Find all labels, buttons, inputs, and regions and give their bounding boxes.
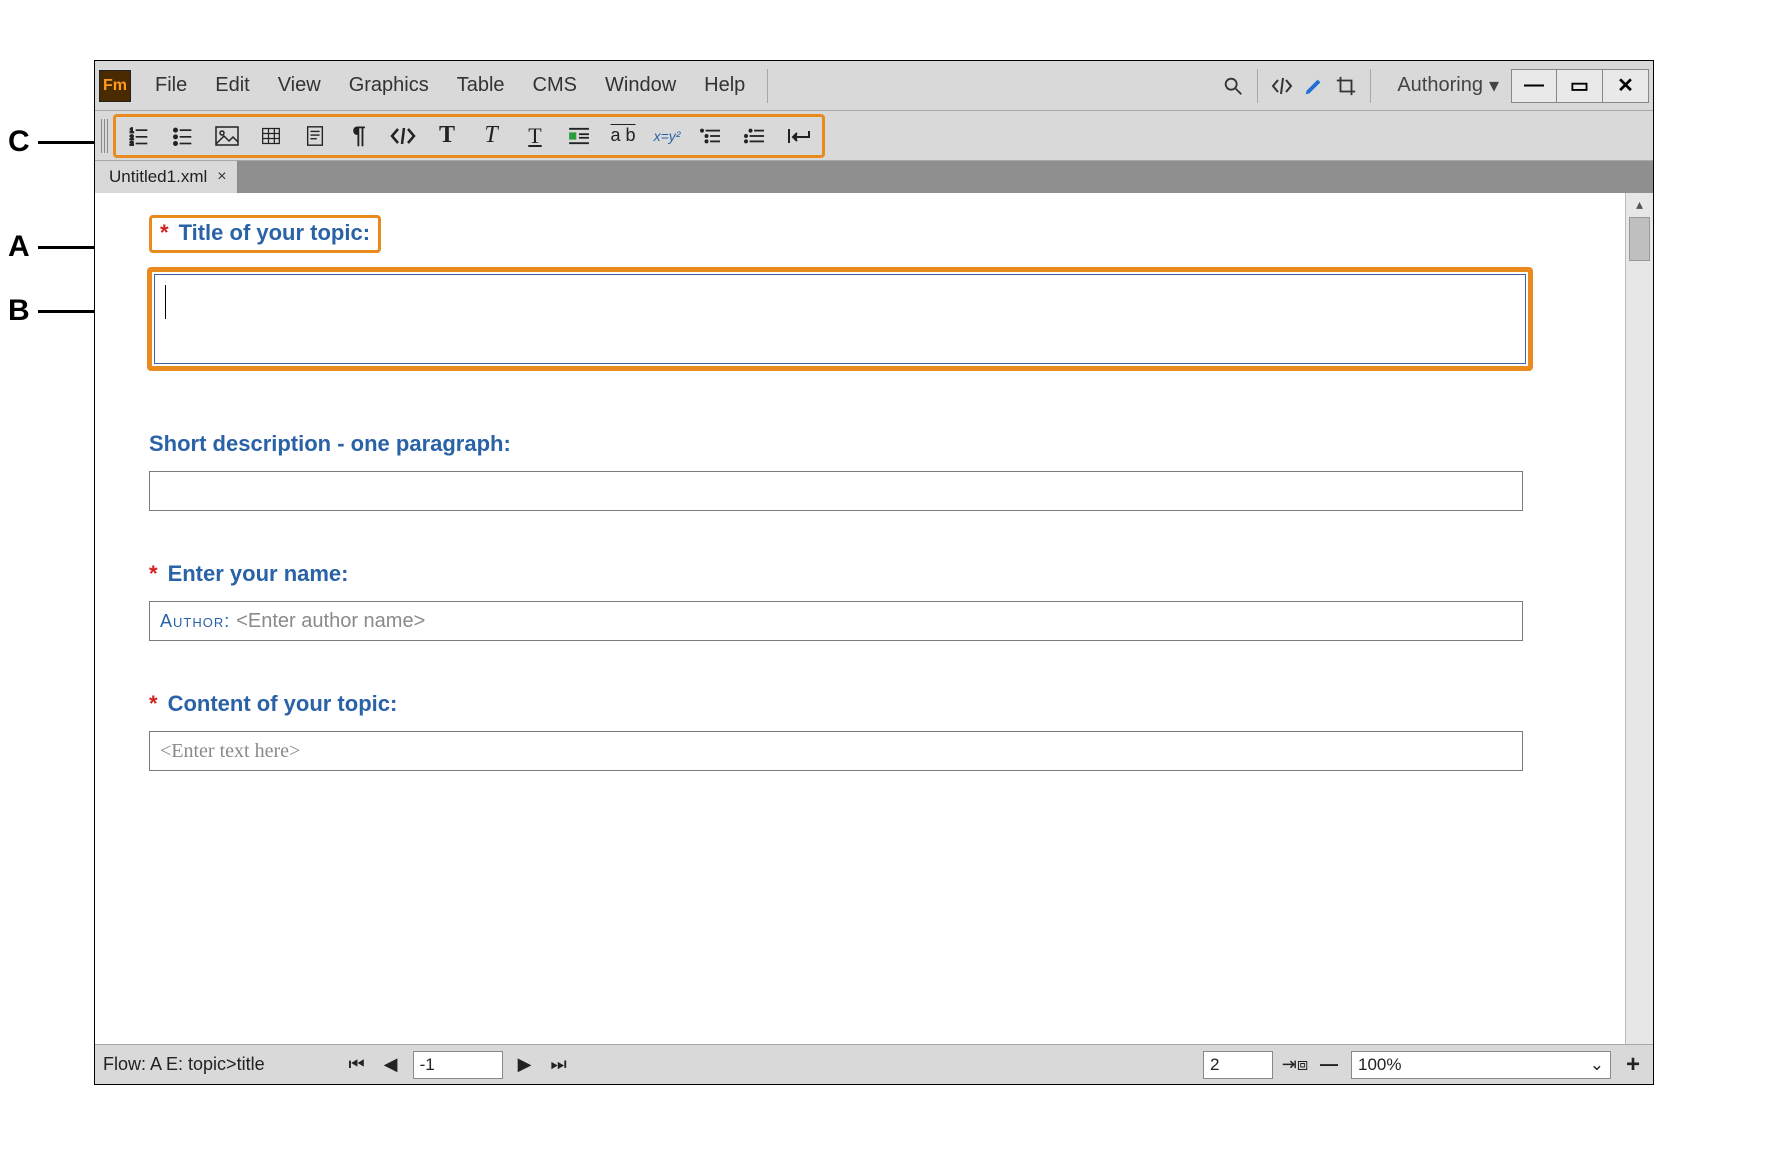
wrap-text-icon[interactable]: [566, 123, 592, 149]
title-label: Title of your topic:: [179, 220, 370, 245]
bulleted-list-icon[interactable]: [170, 123, 196, 149]
menu-divider-3: [1370, 69, 1371, 103]
document-tab-label: Untitled1.xml: [109, 167, 207, 187]
insert-return-icon[interactable]: [786, 123, 812, 149]
app-window: Fm File Edit View Graphics Table CMS Win…: [94, 60, 1654, 1085]
image-icon[interactable]: [214, 123, 240, 149]
toolbar-highlight: 123 ¶ T T T a b x=y²: [113, 114, 825, 158]
menu-file[interactable]: File: [143, 70, 199, 101]
toolbar-grip[interactable]: [101, 119, 109, 153]
prev-page-icon[interactable]: ◀: [379, 1053, 403, 1077]
shortdesc-label: Short description - one paragraph:: [149, 431, 511, 456]
menu-divider: [767, 69, 768, 103]
svg-text:3: 3: [130, 141, 134, 146]
zoom-select[interactable]: 100% ⌄: [1351, 1051, 1611, 1079]
zoom-in-icon[interactable]: +: [1621, 1053, 1645, 1077]
content-label: Content of your topic:: [168, 691, 398, 716]
required-marker: *: [149, 691, 158, 716]
equation-icon[interactable]: x=y²: [654, 123, 680, 149]
bold-icon[interactable]: T: [434, 123, 460, 149]
status-flow: Flow: A E: topic>title: [103, 1054, 295, 1075]
title-input[interactable]: [154, 274, 1526, 364]
close-button[interactable]: ✕: [1603, 69, 1649, 103]
app-logo: Fm: [99, 70, 131, 102]
callout-b-label: B: [8, 294, 30, 328]
workspace-switcher[interactable]: Authoring ▾: [1381, 73, 1505, 98]
page-left-input[interactable]: -1: [413, 1051, 503, 1079]
menu-divider-2: [1257, 69, 1258, 103]
underline-icon[interactable]: T: [522, 123, 548, 149]
content-placeholder: <Enter text here>: [160, 740, 300, 763]
maximize-button[interactable]: ▭: [1557, 69, 1603, 103]
required-marker: *: [160, 220, 169, 245]
code-icon[interactable]: [390, 123, 416, 149]
menu-help[interactable]: Help: [692, 70, 757, 101]
code-tag-icon[interactable]: [1268, 72, 1296, 100]
name-placeholder: <Enter author name>: [236, 610, 425, 633]
menu-window[interactable]: Window: [593, 70, 688, 101]
callout-c: C: [8, 125, 104, 159]
zoom-out-icon[interactable]: —: [1317, 1053, 1341, 1077]
indent-decrease-icon[interactable]: [742, 123, 768, 149]
numbered-list-icon[interactable]: 123: [126, 123, 152, 149]
callout-a-label: A: [8, 230, 30, 264]
minimize-button[interactable]: —: [1511, 69, 1557, 103]
name-input[interactable]: Author: <Enter author name>: [149, 601, 1523, 641]
status-bar: Flow: A E: topic>title ⏮ ◀ -1 ▶ ⏭ 2 ⇥⧈ —…: [95, 1044, 1653, 1084]
title-label-highlight: * Title of your topic:: [149, 215, 381, 253]
strikethrough-icon[interactable]: a b: [610, 123, 636, 149]
crop-icon[interactable]: [1332, 72, 1360, 100]
table-icon[interactable]: [258, 123, 284, 149]
italic-icon[interactable]: T: [478, 123, 504, 149]
first-page-icon[interactable]: ⏮: [345, 1053, 369, 1077]
fit-page-icon[interactable]: ⇥⧈: [1283, 1053, 1307, 1077]
menu-table[interactable]: Table: [445, 70, 517, 101]
title-field-highlight: [147, 267, 1533, 371]
callout-c-label: C: [8, 125, 30, 159]
tab-strip: Untitled1.xml ×: [95, 161, 1653, 193]
scroll-up-icon[interactable]: ▴: [1626, 193, 1653, 215]
workspace-label: Authoring: [1397, 74, 1483, 97]
document-viewport: * Title of your topic: Short description …: [95, 193, 1625, 1044]
document-tab[interactable]: Untitled1.xml ×: [95, 161, 238, 193]
chevron-down-icon: ⌄: [1590, 1055, 1604, 1075]
zoom-value: 100%: [1358, 1055, 1401, 1075]
shortdesc-label-row: Short description - one paragraph:: [149, 431, 1599, 457]
menu-bar: Fm File Edit View Graphics Table CMS Win…: [95, 61, 1653, 111]
content-input[interactable]: <Enter text here>: [149, 731, 1523, 771]
chevron-down-icon: ▾: [1489, 73, 1499, 98]
document-area: * Title of your topic: Short description …: [95, 193, 1653, 1044]
name-prefix: Author:: [160, 611, 230, 632]
name-label-row: * Enter your name:: [149, 561, 1599, 587]
indent-increase-icon[interactable]: [698, 123, 724, 149]
vertical-scrollbar[interactable]: ▴: [1625, 193, 1653, 1044]
text-cursor: [165, 285, 166, 319]
highlighter-icon[interactable]: [1300, 72, 1328, 100]
window-controls: — ▭ ✕: [1511, 69, 1649, 103]
content-label-row: * Content of your topic:: [149, 691, 1599, 717]
menu-graphics[interactable]: Graphics: [337, 70, 441, 101]
menu-edit[interactable]: Edit: [203, 70, 261, 101]
page-right-input[interactable]: 2: [1203, 1051, 1273, 1079]
shortdesc-input[interactable]: [149, 471, 1523, 511]
last-page-icon[interactable]: ⏭: [547, 1053, 571, 1077]
note-icon[interactable]: [302, 123, 328, 149]
menu-view[interactable]: View: [266, 70, 333, 101]
pilcrow-icon[interactable]: ¶: [346, 123, 372, 149]
toolbar: 123 ¶ T T T a b x=y²: [95, 111, 1653, 161]
menu-cms[interactable]: CMS: [521, 70, 589, 101]
next-page-icon[interactable]: ▶: [513, 1053, 537, 1077]
scroll-thumb[interactable]: [1629, 217, 1650, 261]
required-marker: *: [149, 561, 158, 586]
name-label: Enter your name:: [168, 561, 349, 586]
search-icon[interactable]: [1219, 72, 1247, 100]
tab-close-icon[interactable]: ×: [217, 168, 226, 186]
